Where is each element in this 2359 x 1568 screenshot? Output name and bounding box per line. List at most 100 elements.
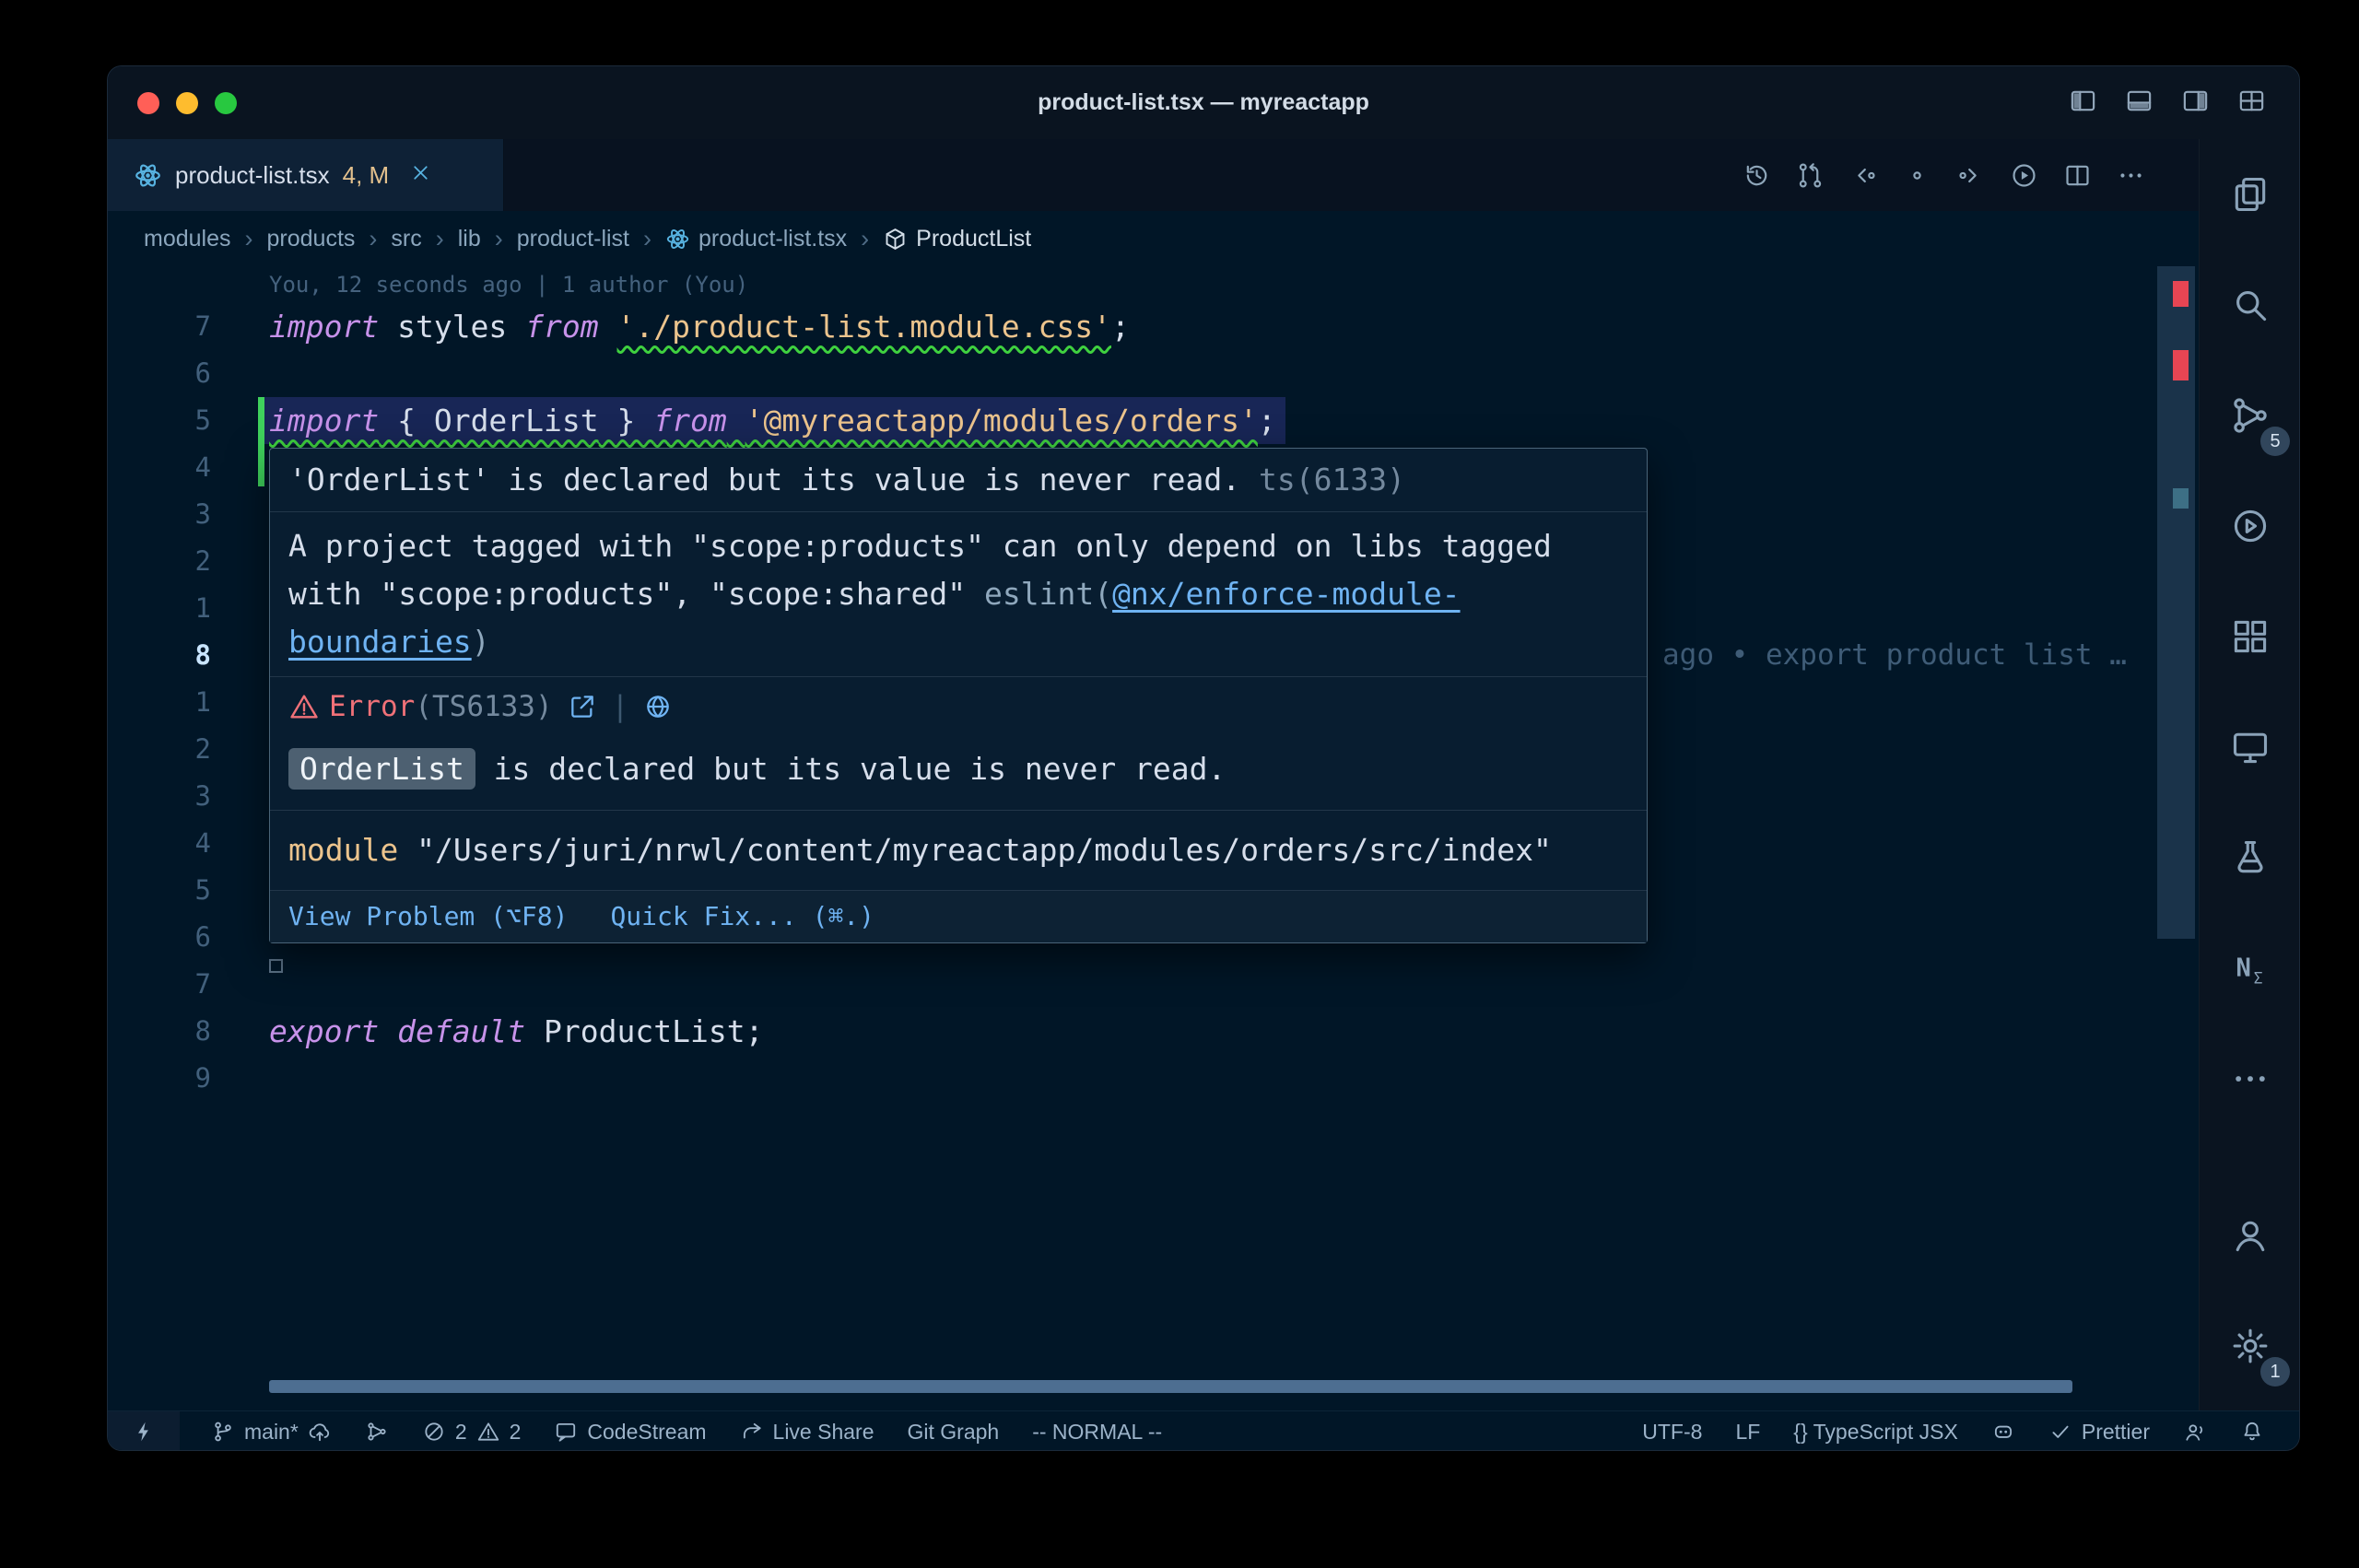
chevron-right-icon: ›: [641, 225, 653, 253]
encoding-item[interactable]: UTF-8: [1638, 1411, 1706, 1451]
popup-resize-grip[interactable]: [269, 959, 283, 973]
copilot-item[interactable]: [1988, 1411, 2019, 1451]
activity-more-views[interactable]: [2200, 1024, 2300, 1134]
view-problem-button[interactable]: View Problem (⌥F8): [288, 899, 568, 934]
split-editor-icon: [2063, 161, 2092, 190]
next-change-button[interactable]: [1956, 161, 1985, 190]
line-number: 6: [108, 914, 211, 961]
activity-settings[interactable]: 1: [2200, 1291, 2300, 1401]
breadcrumb-item-product-list[interactable]: product-list: [517, 226, 629, 252]
globe-icon[interactable]: [643, 692, 673, 721]
language-item-label: {} TypeScript JSX: [1793, 1420, 1958, 1445]
external-link-icon[interactable]: [568, 692, 597, 721]
live-share-item[interactable]: Live Share: [736, 1411, 878, 1451]
problems-item[interactable]: 22: [418, 1411, 525, 1451]
vim-mode-item[interactable]: -- NORMAL --: [1028, 1411, 1166, 1451]
breadcrumb-label: src: [391, 226, 421, 252]
breadcrumb-item-product-list-tsx[interactable]: product-list.tsx: [665, 226, 847, 252]
remote-indicator[interactable]: [108, 1411, 180, 1451]
layout-sidebar-button[interactable]: [2069, 87, 2097, 120]
prettier-item[interactable]: Prettier: [2045, 1411, 2154, 1451]
code-token: {: [379, 403, 434, 439]
layout-grid-button[interactable]: [2237, 87, 2266, 120]
code-token: [599, 309, 617, 345]
activity-nx-console[interactable]: NΣ: [2200, 913, 2300, 1024]
code-token: '@myreactapp/modules/orders': [745, 403, 1258, 439]
editor[interactable]: You, 12 seconds ago | 1 author (You) 7im…: [108, 266, 2199, 1410]
status-left: main* 22 CodeStream Live Share Git Graph -- N…: [108, 1411, 1166, 1451]
branch-item[interactable]: main*: [207, 1411, 335, 1451]
tab-close-button[interactable]: [409, 161, 432, 189]
check-icon: [2048, 1420, 2072, 1444]
chevron-right-icon: ›: [859, 225, 871, 253]
activity-source-control[interactable]: 5: [2200, 360, 2300, 471]
layout-panel-button[interactable]: [2125, 87, 2154, 120]
prettier-item-label: Prettier: [2082, 1420, 2150, 1445]
breadcrumb-item-modules[interactable]: modules: [144, 226, 231, 252]
line-number: 5: [108, 397, 211, 444]
error-row: Error (TS6133) |: [288, 690, 1628, 723]
notifications-item[interactable]: [2236, 1411, 2268, 1451]
activity-run-debug[interactable]: [2200, 471, 2300, 581]
code-line[interactable]: 6: [108, 350, 2199, 397]
code-line[interactable]: 8export default ProductList;: [108, 1008, 2199, 1055]
module-keyword: module: [288, 832, 398, 868]
window-title: product-list.tsx — myreactapp: [1038, 89, 1369, 116]
ts-error-code: ts(6133): [1259, 462, 1405, 497]
breadcrumb-label: lib: [458, 226, 481, 252]
codestream-item[interactable]: CodeStream: [550, 1411, 710, 1451]
history-button[interactable]: [1743, 161, 1771, 190]
code-line[interactable]: 7: [108, 961, 2199, 1008]
language-item[interactable]: {} TypeScript JSX: [1790, 1411, 1962, 1451]
quick-fix-button[interactable]: Quick Fix... (⌘.): [610, 899, 874, 934]
hover-eslint-message: A project tagged with "scope:products" c…: [270, 511, 1647, 676]
prev-change-button[interactable]: [1849, 161, 1878, 190]
hover-ts-message: 'OrderList' is declared but its value is…: [270, 449, 1647, 511]
code-line[interactable]: 7import styles from './product-list.modu…: [108, 303, 2199, 350]
layout-sidebar-right-button[interactable]: [2181, 87, 2210, 120]
activity-bar: 5 NΣ 1: [2199, 139, 2300, 1410]
breadcrumb-item-src[interactable]: src: [391, 226, 421, 252]
tab-product-list[interactable]: product-list.tsx 4, M: [108, 139, 504, 211]
eol-item[interactable]: LF: [1731, 1411, 1764, 1451]
repo-graph-button[interactable]: [361, 1411, 393, 1451]
activity-testing[interactable]: [2200, 802, 2300, 913]
activity-extensions[interactable]: [2200, 581, 2300, 692]
activity-accounts[interactable]: [2200, 1180, 2300, 1291]
hover-error-section: Error (TS6133) | OrderList is declared b…: [270, 676, 1647, 810]
traffic-light-close[interactable]: [137, 92, 159, 114]
split-editor-button[interactable]: [2063, 161, 2092, 190]
activity-remote-explorer[interactable]: [2200, 692, 2300, 802]
activity-search[interactable]: [2200, 250, 2300, 360]
bell-icon: [2240, 1420, 2264, 1444]
traffic-light-zoom[interactable]: [215, 92, 237, 114]
copilot-icon: [1991, 1420, 2015, 1444]
compare-changes-button[interactable]: [1796, 161, 1825, 190]
change-dot-icon: [1903, 161, 1931, 190]
code-token: styles: [379, 309, 525, 345]
breadcrumb-item-lib[interactable]: lib: [458, 226, 481, 252]
gutter-change-indicator: [258, 397, 264, 486]
code-token: ProductList;: [525, 1013, 763, 1049]
code-line[interactable]: 5import { OrderList } from '@myreactapp/…: [108, 397, 2199, 444]
line-number: 1: [108, 679, 211, 726]
remote-icon: [132, 1420, 156, 1444]
breadcrumb-item-products[interactable]: products: [267, 226, 356, 252]
git-graph-item[interactable]: Git Graph: [904, 1411, 1003, 1451]
account-icon: [2230, 1215, 2271, 1256]
code-content: import styles from './product-list.modul…: [269, 303, 1130, 350]
more-actions-button[interactable]: [2117, 161, 2145, 190]
activity-explorer[interactable]: [2200, 139, 2300, 250]
change-dot-button[interactable]: [1903, 161, 1931, 190]
breadcrumb-label: ProductList: [916, 226, 1031, 252]
eol-item-label: LF: [1735, 1420, 1760, 1445]
horizontal-scrollbar[interactable]: [269, 1380, 2072, 1393]
activity-bar-bottom: 1: [2200, 1180, 2300, 1410]
traffic-light-minimize[interactable]: [176, 92, 198, 114]
code-line[interactable]: 9: [108, 1055, 2199, 1102]
run-button[interactable]: [2010, 161, 2038, 190]
extensions-icon: [2230, 616, 2271, 657]
breadcrumb-item-productlist[interactable]: ProductList: [883, 226, 1031, 252]
feedback-item[interactable]: [2179, 1411, 2211, 1451]
layout-sidebar-icon: [2069, 87, 2097, 115]
